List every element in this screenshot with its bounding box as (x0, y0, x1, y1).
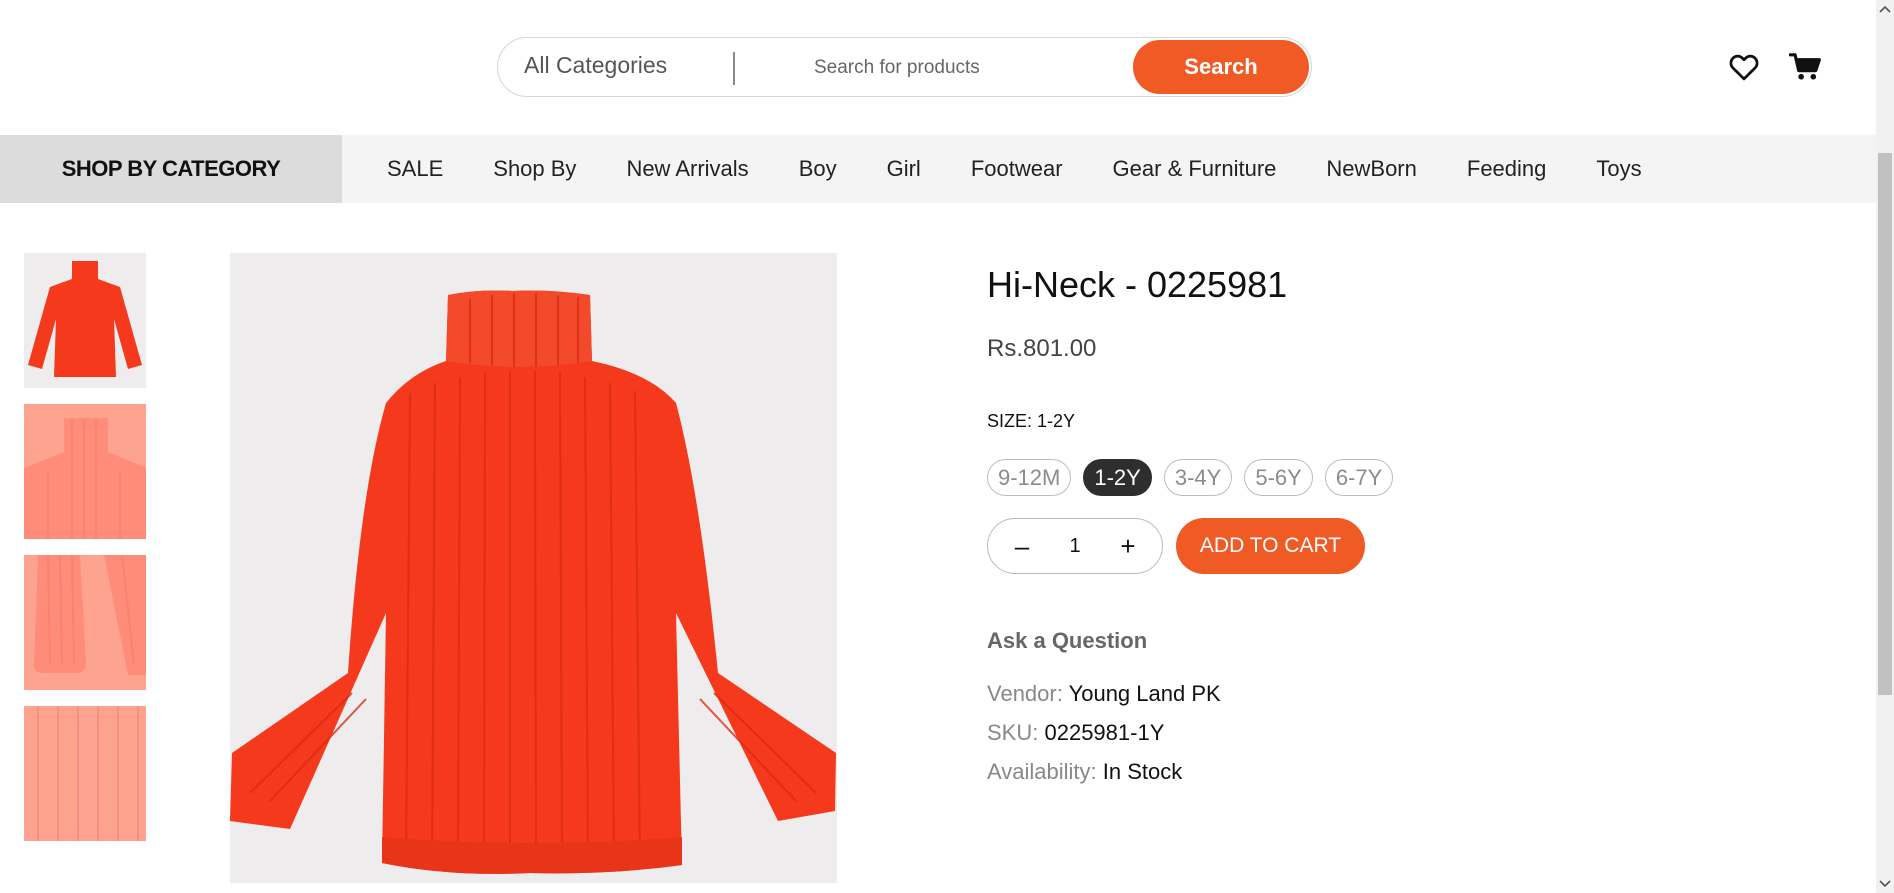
search-bar: All Categories Search (497, 37, 1312, 97)
size-option-5-6y[interactable]: 5-6Y (1244, 459, 1313, 496)
size-options: 9-12M 1-2Y 3-4Y 5-6Y 6-7Y (987, 459, 1405, 496)
nav-item-shop-by[interactable]: Shop By (493, 156, 576, 182)
sweater-collar-thumbnail-image (24, 404, 146, 539)
nav-item-footwear[interactable]: Footwear (971, 156, 1063, 182)
nav-item-gear-furniture[interactable]: Gear & Furniture (1113, 156, 1277, 182)
nav-item-boy[interactable]: Boy (799, 156, 837, 182)
size-label-text: SIZE: (987, 411, 1033, 431)
product-thumbnail[interactable] (24, 706, 146, 841)
search-divider (733, 52, 735, 85)
add-to-cart-button[interactable]: ADD TO CART (1176, 518, 1365, 574)
quantity-increase-button[interactable]: + (1118, 531, 1138, 562)
availability-value: In Stock (1102, 759, 1183, 784)
quantity-value[interactable]: 1 (1069, 535, 1080, 558)
size-label: SIZE: 1-2Y (987, 411, 1075, 432)
hi-neck-sweater-image (230, 253, 837, 883)
availability-label: Availability: (987, 759, 1097, 784)
product-thumbnail[interactable] (24, 555, 146, 690)
nav-item-new-arrivals[interactable]: New Arrivals (626, 156, 748, 182)
cart-icon (1789, 53, 1821, 80)
product-title: Hi-Neck - 0225981 (987, 264, 1288, 305)
category-select[interactable]: All Categories (524, 52, 667, 79)
vendor-row: Vendor: Young Land PK (987, 681, 1221, 707)
nav-item-girl[interactable]: Girl (887, 156, 921, 182)
sku-label: SKU: (987, 720, 1039, 745)
nav-item-sale[interactable]: SALE (387, 156, 443, 182)
scroll-down-icon[interactable] (1876, 875, 1894, 893)
size-option-3-4y[interactable]: 3-4Y (1163, 459, 1233, 496)
vendor-value: Young Land PK (1068, 681, 1221, 706)
sweater-fabric-thumbnail-image (24, 706, 146, 841)
size-option-6-7y[interactable]: 6-7Y (1324, 459, 1394, 496)
search-input[interactable] (812, 50, 1116, 86)
size-option-1-2y[interactable]: 1-2Y (1083, 459, 1152, 496)
ask-question-link[interactable]: Ask a Question (987, 628, 1147, 654)
main-nav: SHOP BY CATEGORY SALE Shop By New Arriva… (0, 135, 1876, 203)
scroll-up-icon[interactable] (1876, 0, 1894, 18)
product-thumbnail[interactable] (24, 253, 146, 388)
sweater-sleeve-thumbnail-image (24, 555, 146, 690)
heart-icon (1729, 54, 1759, 81)
availability-row: Availability: In Stock (987, 759, 1182, 785)
nav-item-newborn[interactable]: NewBorn (1326, 156, 1416, 182)
size-selected-value: 1-2Y (1037, 411, 1076, 431)
vendor-label: Vendor: (987, 681, 1063, 706)
scrollbar-thumb[interactable] (1878, 153, 1892, 695)
shop-by-category-button[interactable]: SHOP BY CATEGORY (0, 135, 342, 203)
nav-item-toys[interactable]: Toys (1596, 156, 1641, 182)
nav-item-feeding[interactable]: Feeding (1467, 156, 1547, 182)
site-header: All Categories Search (0, 0, 1876, 135)
size-option-9-12m[interactable]: 9-12M (987, 459, 1072, 496)
product-price: Rs.801.00 (987, 335, 1097, 362)
product-thumbnail[interactable] (24, 404, 146, 539)
main-product-image[interactable] (230, 253, 837, 883)
sku-row: SKU: 0225981-1Y (987, 720, 1164, 746)
wishlist-button[interactable] (1724, 47, 1764, 87)
cart-button[interactable] (1786, 47, 1826, 87)
sku-value: 0225981-1Y (1044, 720, 1165, 745)
sweater-thumbnail-image (24, 253, 146, 388)
quantity-stepper: – 1 + (987, 518, 1163, 574)
nav-menu: SALE Shop By New Arrivals Boy Girl Footw… (362, 135, 1667, 203)
search-button[interactable]: Search (1133, 40, 1309, 94)
quantity-decrease-button[interactable]: – (1012, 531, 1032, 562)
